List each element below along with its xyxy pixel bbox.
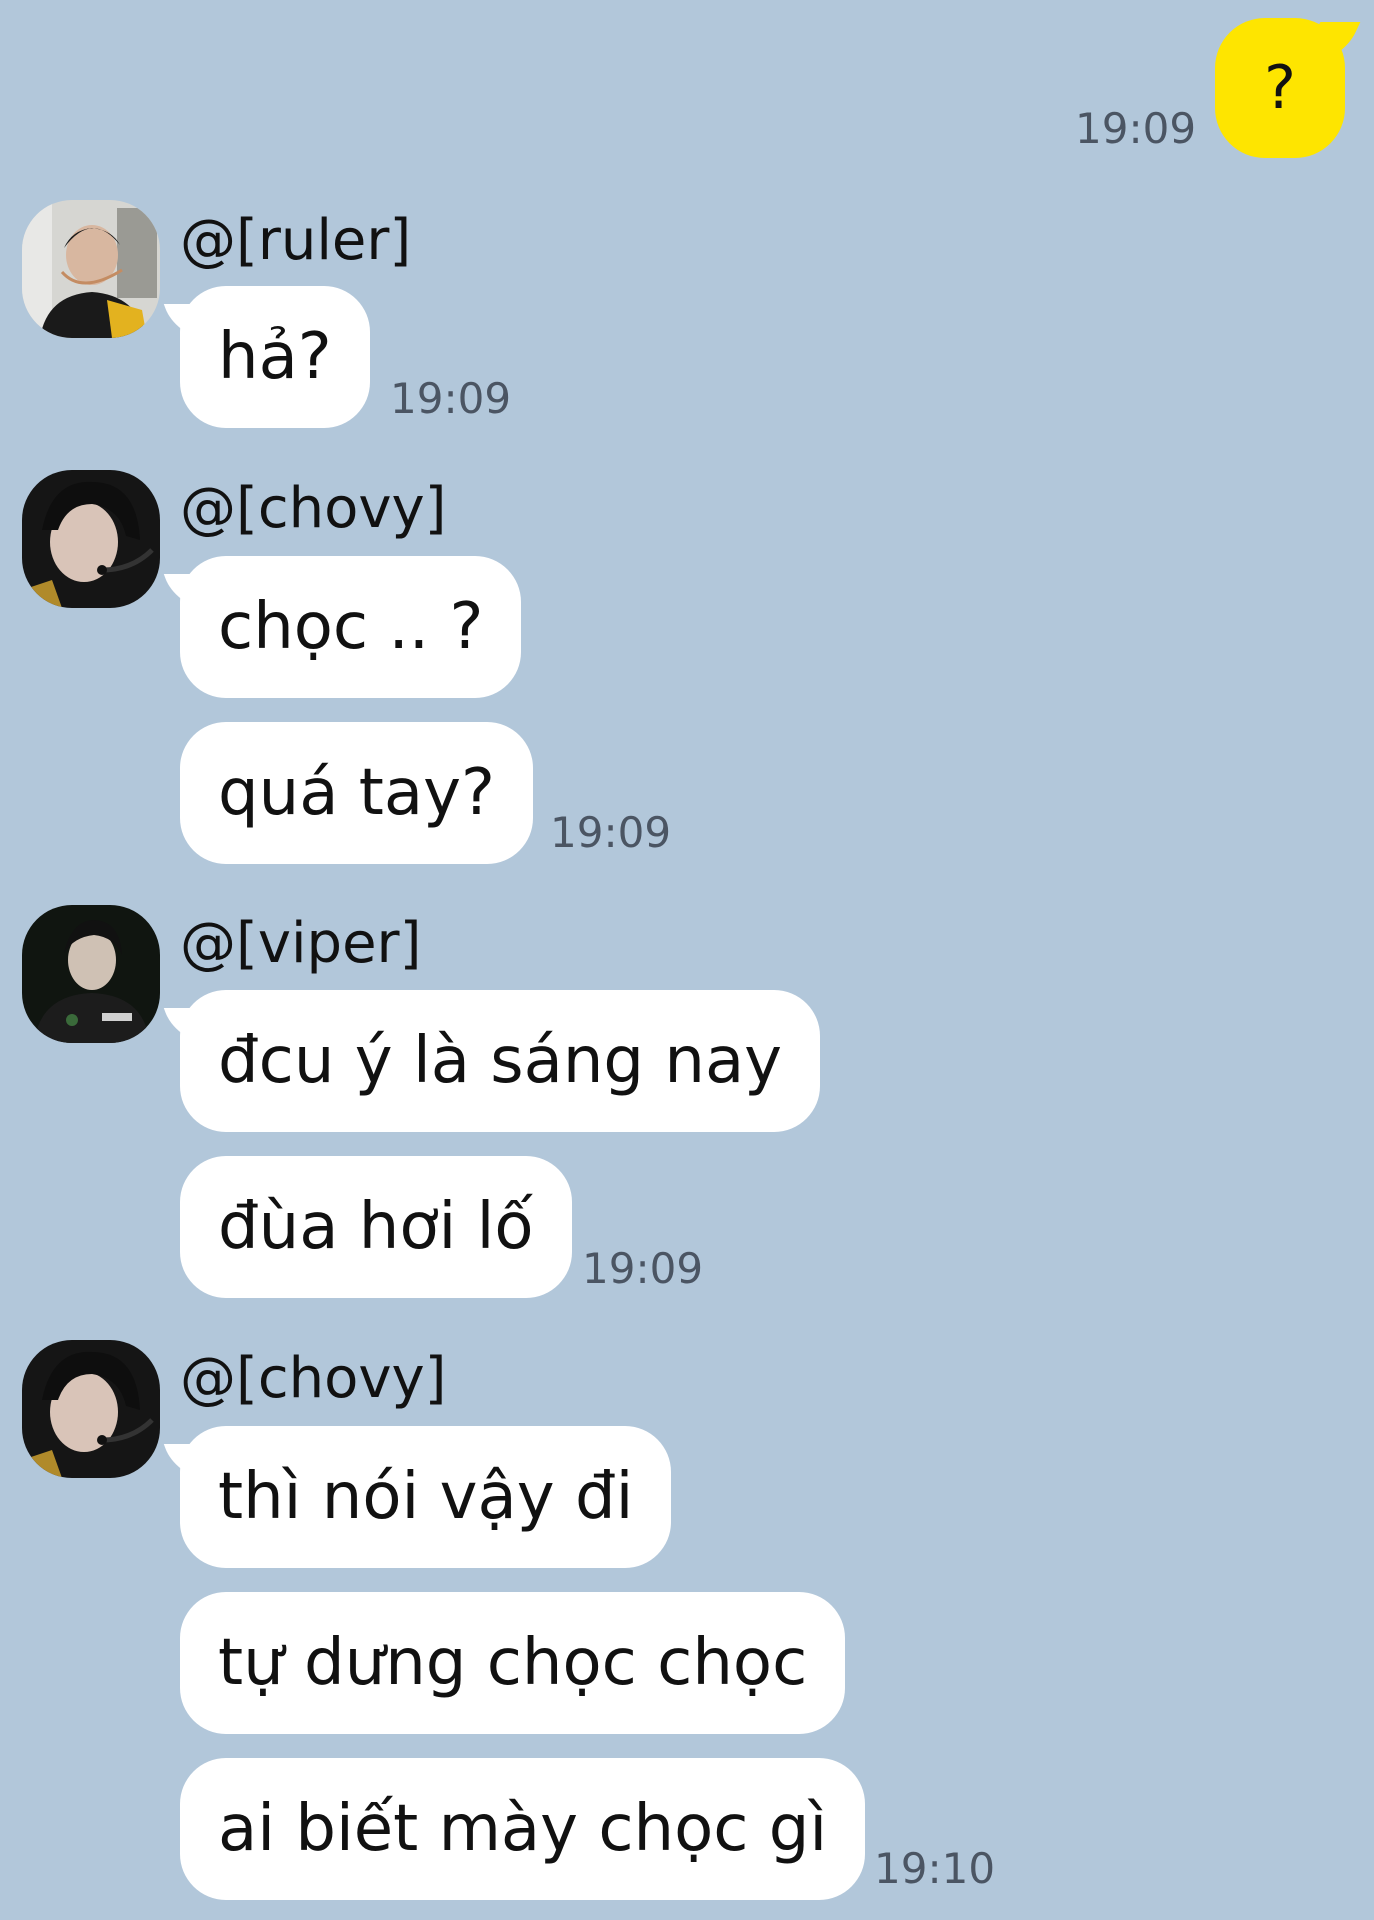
message-text: quá tay? [218, 756, 495, 830]
message-text: đùa hơi lố [218, 1190, 534, 1264]
incoming-message-bubble[interactable]: hả? [180, 286, 370, 428]
incoming-message-bubble[interactable]: đcu ý là sáng nay [180, 990, 821, 1132]
avatar-chovy[interactable] [22, 470, 160, 608]
avatar-image [22, 470, 160, 608]
outgoing-message-bubble[interactable]: ? [1215, 18, 1345, 158]
message-timestamp: 19:09 [582, 1244, 704, 1293]
message-text: tự dưng chọc chọc [218, 1626, 808, 1700]
message-text: thì nói vậy đi [218, 1460, 634, 1534]
incoming-message-bubble[interactable]: ai biết mày chọc gì [180, 1758, 866, 1900]
sender-name: @[chovy] [180, 476, 447, 541]
message-timestamp: 19:09 [1075, 104, 1197, 153]
incoming-message-bubble[interactable]: chọc .. ? [180, 556, 522, 698]
incoming-message-bubble[interactable]: quá tay? [180, 722, 533, 864]
incoming-message-bubble[interactable]: tự dưng chọc chọc [180, 1592, 846, 1734]
message-text: ai biết mày chọc gì [218, 1792, 828, 1866]
message-text: đcu ý là sáng nay [218, 1024, 783, 1098]
message-timestamp: 19:10 [874, 1844, 996, 1893]
incoming-message-bubble[interactable]: đùa hơi lố [180, 1156, 572, 1298]
sender-name: @[chovy] [180, 1346, 447, 1411]
message-timestamp: 19:09 [390, 374, 512, 423]
message-timestamp: 19:09 [550, 808, 672, 857]
sender-name: @[ruler] [180, 208, 412, 273]
avatar-viper[interactable] [22, 905, 160, 1043]
avatar-ruler[interactable] [22, 200, 160, 338]
message-text: ? [1264, 53, 1296, 123]
incoming-message-bubble[interactable]: thì nói vậy đi [180, 1426, 672, 1568]
avatar-image [22, 905, 160, 1043]
message-text: hả? [218, 320, 332, 394]
message-text: chọc .. ? [218, 590, 484, 664]
avatar-image [22, 1340, 160, 1478]
avatar-image [22, 200, 160, 338]
avatar-chovy[interactable] [22, 1340, 160, 1478]
sender-name: @[viper] [180, 911, 422, 976]
